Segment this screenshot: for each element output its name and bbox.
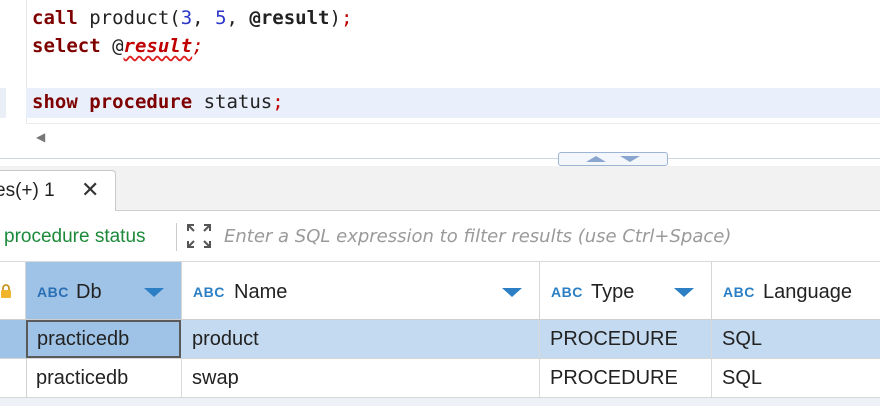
table-cell[interactable]: product bbox=[182, 320, 540, 358]
keyword: show bbox=[32, 91, 78, 113]
scroll-left-icon[interactable]: ◀ bbox=[36, 130, 45, 144]
keyword: procedure bbox=[89, 91, 193, 113]
column-header-language[interactable]: ABC Language bbox=[712, 262, 880, 320]
close-icon[interactable]: ✕ bbox=[81, 179, 99, 201]
splitter-line bbox=[0, 158, 880, 159]
semicolon: ; bbox=[272, 91, 284, 113]
chevron-down-icon[interactable] bbox=[674, 288, 694, 297]
type-badge-icon: ABC bbox=[193, 284, 225, 300]
expand-icon[interactable] bbox=[186, 223, 212, 249]
chevron-down-icon[interactable] bbox=[144, 288, 164, 297]
sql-editor[interactable]: call product(3, 5, @result); select @res… bbox=[0, 0, 880, 123]
divider bbox=[176, 223, 177, 251]
column-label: Db bbox=[76, 281, 102, 303]
table-cell[interactable]: PROCEDURE bbox=[540, 320, 712, 358]
panel-splitter[interactable] bbox=[0, 150, 880, 166]
number-literal: 5 bbox=[215, 7, 227, 29]
code-text: product( bbox=[77, 7, 181, 29]
number-literal: 3 bbox=[180, 7, 193, 29]
results-grid: ABC Db ABC Name ABC Type ABC Language pr… bbox=[0, 262, 880, 406]
keyword: call bbox=[32, 7, 78, 29]
restore-editor-icon[interactable] bbox=[620, 156, 640, 162]
row-header-corner[interactable] bbox=[0, 262, 26, 320]
keyword: select bbox=[32, 35, 101, 57]
table-row[interactable]: practicedb swap PROCEDURE SQL bbox=[0, 359, 880, 398]
chevron-down-icon[interactable] bbox=[502, 288, 522, 297]
column-header-type[interactable]: ABC Type bbox=[540, 262, 712, 320]
filter-bar: procedure status bbox=[0, 211, 880, 262]
column-label: Name bbox=[234, 281, 288, 303]
type-badge-icon: ABC bbox=[723, 284, 755, 300]
code-text: , bbox=[192, 7, 216, 29]
code-line-show[interactable]: show procedure status; bbox=[32, 89, 284, 115]
next-row-stub bbox=[0, 398, 880, 406]
table-cell[interactable]: practicedb bbox=[26, 320, 181, 358]
filter-input[interactable] bbox=[222, 221, 866, 251]
editor-horizontal-scrollbar[interactable]: ◀ bbox=[26, 123, 880, 150]
code-line-select[interactable]: select @result; bbox=[32, 33, 204, 59]
table-cell[interactable]: SQL bbox=[712, 320, 880, 358]
row-header[interactable] bbox=[0, 359, 27, 397]
table-cell[interactable]: swap bbox=[182, 359, 540, 397]
row-header[interactable] bbox=[0, 320, 27, 358]
code-text: , bbox=[226, 7, 250, 29]
column-header-db[interactable]: ABC Db bbox=[26, 262, 182, 320]
code-text: status bbox=[192, 91, 273, 113]
code-text: @ bbox=[112, 35, 124, 57]
results-tab[interactable]: es(+) 1 ✕ bbox=[0, 170, 116, 212]
current-line-marker bbox=[0, 88, 6, 118]
semicolon: ; bbox=[192, 35, 204, 57]
column-label: Type bbox=[591, 281, 635, 303]
lock-icon bbox=[1, 284, 11, 298]
error-variable: result bbox=[123, 35, 193, 57]
semicolon: ; bbox=[340, 7, 353, 29]
results-tab-label: es(+) 1 bbox=[0, 180, 55, 201]
column-label: Language bbox=[763, 281, 852, 303]
code-text: ) bbox=[329, 7, 341, 29]
table-cell[interactable]: practicedb bbox=[26, 359, 182, 397]
maximize-results-icon[interactable] bbox=[586, 156, 606, 162]
type-badge-icon: ABC bbox=[551, 284, 583, 300]
active-query-label[interactable]: procedure status bbox=[4, 226, 146, 248]
code-line-call[interactable]: call product(3, 5, @result); bbox=[32, 5, 352, 31]
table-row[interactable]: practicedb product PROCEDURE SQL bbox=[0, 320, 880, 359]
variable: @result bbox=[249, 7, 330, 29]
splitter-handle[interactable] bbox=[558, 152, 668, 166]
table-cell[interactable]: SQL bbox=[712, 359, 880, 397]
table-cell[interactable]: PROCEDURE bbox=[540, 359, 712, 397]
results-tab-strip: es(+) 1 ✕ bbox=[0, 166, 880, 212]
column-header-name[interactable]: ABC Name bbox=[182, 262, 540, 320]
type-badge-icon: ABC bbox=[37, 284, 69, 300]
